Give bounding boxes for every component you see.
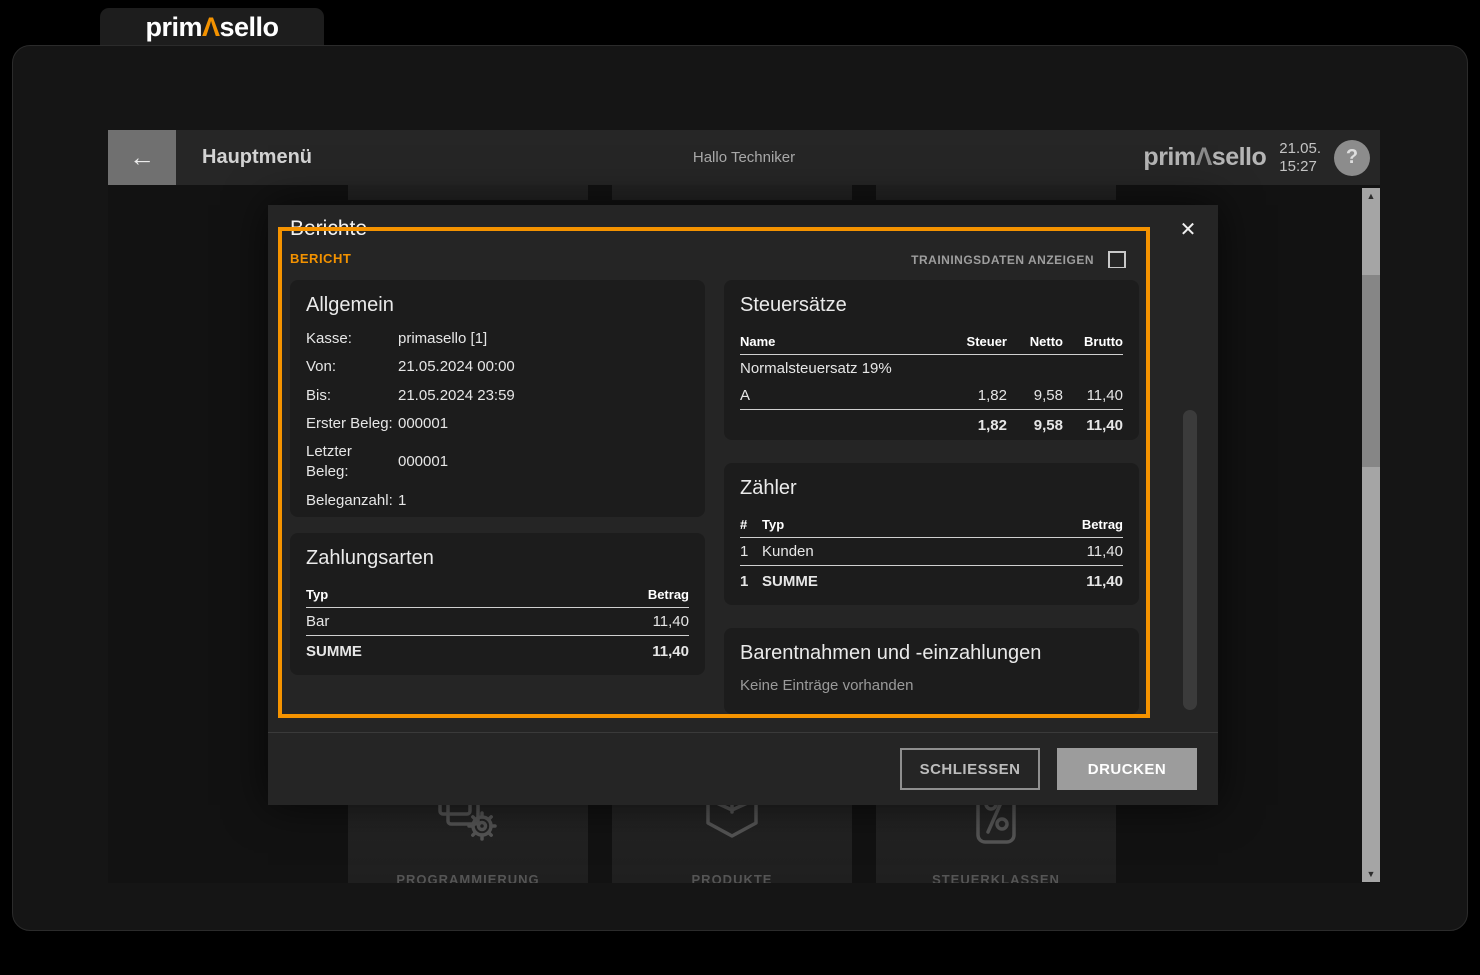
card-title: Zahlungsarten xyxy=(306,547,689,570)
header-primasello-logo: primΛsello xyxy=(1143,145,1266,170)
card-zaehler: Zähler # Typ Betrag 1 Kunden 11,40 1 SUM… xyxy=(724,463,1139,605)
card-title: Allgemein xyxy=(306,294,689,317)
back-arrow-icon: ← xyxy=(129,142,155,173)
logo-text-suffix: sello xyxy=(220,12,279,42)
info-row: Von:21.05.2024 00:00 xyxy=(306,357,689,377)
empty-state-text: Keine Einträge vorhanden xyxy=(740,677,1123,694)
info-row: Kasse:primasello [1] xyxy=(306,329,689,349)
info-row: Bis:21.05.2024 23:59 xyxy=(306,386,689,406)
training-checkbox[interactable] xyxy=(1108,251,1126,268)
info-row: Erster Beleg:000001 xyxy=(306,414,689,434)
main-scrollbar[interactable]: ▲ ▼ xyxy=(1362,188,1380,882)
table-header-row: # Typ Betrag xyxy=(740,512,1123,538)
card-title: Zähler xyxy=(740,477,1123,500)
scrollbar-thumb[interactable] xyxy=(1362,275,1380,467)
table-group-row: Normalsteuersatz 19% xyxy=(740,355,1123,382)
help-button[interactable]: ? xyxy=(1334,140,1370,176)
card-barentnahmen: Barentnahmen und -einzahlungen Keine Ein… xyxy=(724,628,1139,714)
info-row: Beleganzahl:1 xyxy=(306,491,689,511)
card-title: Steuersätze xyxy=(740,294,1123,317)
table-row: 1 Kunden 11,40 xyxy=(740,538,1123,566)
card-allgemein: Allgemein Kasse:primasello [1] Von:21.05… xyxy=(290,280,705,517)
tile-label: STEUERKLASSEN xyxy=(876,872,1116,883)
berichte-modal: Berichte ✕ BERICHT TRAININGSDATEN ANZEIG… xyxy=(268,205,1218,805)
modal-title: Berichte xyxy=(290,217,367,241)
time-text: 15:27 xyxy=(1279,158,1321,175)
scroll-down-icon[interactable]: ▼ xyxy=(1362,866,1380,882)
card-title: Barentnahmen und -einzahlungen xyxy=(740,642,1123,665)
scroll-up-icon[interactable]: ▲ xyxy=(1362,188,1380,204)
close-icon[interactable]: ✕ xyxy=(1176,218,1200,242)
app-header: ← Hauptmenü Hallo Techniker primΛsello 2… xyxy=(108,130,1380,185)
modal-scrollbar-thumb[interactable] xyxy=(1183,410,1197,710)
date-text: 21.05. xyxy=(1279,140,1321,157)
table-row: Bar 11,40 xyxy=(306,608,689,636)
table-header-row: Typ Betrag xyxy=(306,582,689,608)
drucken-button[interactable]: DRUCKEN xyxy=(1057,748,1197,790)
logo-text-prefix: prim xyxy=(145,12,202,42)
schliessen-button[interactable]: SCHLIESSEN xyxy=(900,748,1040,790)
tile-label: PROGRAMMIERUNG xyxy=(348,872,588,883)
info-row: Letzter Beleg:000001 xyxy=(306,442,689,483)
training-data-toggle: TRAININGSDATEN ANZEIGEN xyxy=(911,251,1126,268)
logo-lambda-icon: Λ xyxy=(202,12,220,42)
back-button[interactable]: ← xyxy=(108,130,176,185)
background-tile-remnant xyxy=(612,185,852,200)
table-header-row: Name Steuer Netto Brutto xyxy=(740,329,1123,355)
question-mark-icon: ? xyxy=(1346,146,1358,169)
logo-lambda-icon: Λ xyxy=(1196,143,1212,171)
table-row: A 1,82 9,58 11,40 xyxy=(740,382,1123,410)
bericht-tab-label[interactable]: BERICHT xyxy=(290,251,351,266)
card-zahlungsarten: Zahlungsarten Typ Betrag Bar 11,40 SUMME… xyxy=(290,533,705,675)
training-checkbox-label: TRAININGSDATEN ANZEIGEN xyxy=(911,253,1094,267)
background-tile-remnant xyxy=(348,185,588,200)
primasello-logo: primΛsello xyxy=(145,14,278,41)
table-total-row: 1 SUMME 11,40 xyxy=(740,566,1123,595)
tile-label: PRODUKTE xyxy=(612,872,852,883)
table-total-row: 1,82 9,58 11,40 xyxy=(740,410,1123,439)
table-total-row: SUMME 11,40 xyxy=(306,636,689,665)
brand-tab: primΛsello xyxy=(100,8,324,46)
card-steuersaetze: Steuersätze Name Steuer Netto Brutto Nor… xyxy=(724,280,1139,440)
screen: primΛsello ← Hauptmenü Hallo Techniker p… xyxy=(0,0,1480,975)
page-title: Hauptmenü xyxy=(202,146,312,169)
background-tile-remnant xyxy=(876,185,1116,200)
modal-subheader: BERICHT TRAININGSDATEN ANZEIGEN xyxy=(268,251,1218,268)
datetime-display: 21.05. 15:27 xyxy=(1279,140,1321,175)
footer-divider xyxy=(268,732,1218,733)
header-right-group: primΛsello 21.05. 15:27 ? xyxy=(1143,130,1370,185)
